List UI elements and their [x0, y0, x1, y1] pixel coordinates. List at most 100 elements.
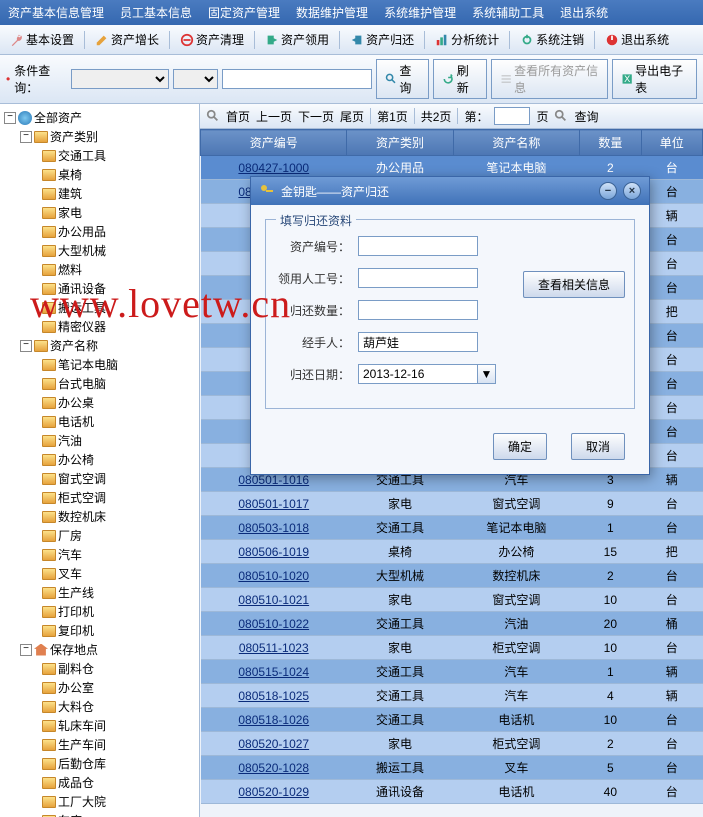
menu-item[interactable]: 员工基本信息	[120, 4, 192, 21]
tree-leaf[interactable]: 搬运工具	[4, 298, 195, 317]
column-header[interactable]: 数量	[580, 130, 641, 156]
asset-id-link[interactable]: 080520-1029	[238, 785, 309, 799]
asset-id-link[interactable]: 080520-1027	[238, 737, 309, 751]
collapse-icon[interactable]: −	[20, 131, 32, 143]
cancel-button[interactable]: 取消	[571, 433, 625, 460]
page-first[interactable]: 首页	[226, 108, 250, 125]
tree-location[interactable]: −保存地点	[4, 640, 195, 659]
tree-leaf[interactable]: 数控机床	[4, 507, 195, 526]
tree-leaf[interactable]: 柜式空调	[4, 488, 195, 507]
column-header[interactable]: 资产编号	[201, 130, 347, 156]
tree-leaf[interactable]: 燃料	[4, 260, 195, 279]
collapse-icon[interactable]: −	[20, 340, 32, 352]
collapse-icon[interactable]: −	[4, 112, 16, 124]
page-go[interactable]: 查询	[574, 108, 598, 125]
asset-id-link[interactable]: 080427-1000	[238, 161, 309, 175]
tree-leaf[interactable]: 大料仓	[4, 697, 195, 716]
tree-leaf[interactable]: 桌椅	[4, 165, 195, 184]
asset-return-button[interactable]: 资产归还	[346, 29, 418, 50]
menu-item[interactable]: 系统辅助工具	[472, 4, 544, 21]
asset-id-link[interactable]: 080506-1019	[238, 545, 309, 559]
asset-clear-button[interactable]: 资产清理	[176, 29, 248, 50]
tree-asset-name[interactable]: −资产名称	[4, 336, 195, 355]
tree-leaf[interactable]: 生产车间	[4, 735, 195, 754]
tree-leaf[interactable]: 副料仓	[4, 659, 195, 678]
search-button[interactable]: 查询	[376, 59, 429, 99]
menu-item[interactable]: 系统维护管理	[384, 4, 456, 21]
tree-leaf[interactable]: 工厂大院	[4, 792, 195, 811]
table-row[interactable]: 080520-1028搬运工具叉车5台	[201, 756, 703, 780]
collapse-icon[interactable]: −	[20, 644, 32, 656]
query-op-select[interactable]	[173, 69, 218, 89]
return-qty-input[interactable]	[358, 300, 478, 320]
tree-leaf[interactable]: 车库	[4, 811, 195, 817]
tree-leaf[interactable]: 生产线	[4, 583, 195, 602]
tree-leaf[interactable]: 大型机械	[4, 241, 195, 260]
asset-add-button[interactable]: 资产增长	[91, 29, 163, 50]
table-row[interactable]: 080518-1026交通工具电话机10台	[201, 708, 703, 732]
tree-leaf[interactable]: 汽油	[4, 431, 195, 450]
tree-leaf[interactable]: 笔记本电脑	[4, 355, 195, 374]
tree-leaf[interactable]: 办公用品	[4, 222, 195, 241]
tree-leaf[interactable]: 交通工具	[4, 146, 195, 165]
asset-id-link[interactable]: 080503-1018	[238, 521, 309, 535]
asset-id-link[interactable]: 080511-1023	[239, 641, 309, 655]
tree-category[interactable]: −资产类别	[4, 127, 195, 146]
minimize-button[interactable]: −	[599, 182, 617, 200]
menu-item[interactable]: 退出系统	[560, 4, 608, 21]
view-all-button[interactable]: 查看所有资产信息	[491, 59, 608, 99]
table-row[interactable]: 080501-1017家电窗式空调9台	[201, 492, 703, 516]
column-header[interactable]: 资产类别	[347, 130, 453, 156]
date-dropdown-button[interactable]: ▼	[478, 364, 496, 384]
tree-leaf[interactable]: 汽车	[4, 545, 195, 564]
export-button[interactable]: X导出电子表	[612, 59, 697, 99]
handler-input[interactable]	[358, 332, 478, 352]
tree-leaf[interactable]: 打印机	[4, 602, 195, 621]
table-row[interactable]: 080510-1022交通工具汽油20桶	[201, 612, 703, 636]
refresh-button[interactable]: 刷新	[433, 59, 486, 99]
table-row[interactable]: 080510-1021家电窗式空调10台	[201, 588, 703, 612]
tree-leaf[interactable]: 窗式空调	[4, 469, 195, 488]
close-button[interactable]: ×	[623, 182, 641, 200]
view-related-button[interactable]: 查看相关信息	[523, 271, 625, 298]
logoff-button[interactable]: 系统注销	[516, 29, 588, 50]
asset-id-link[interactable]: 080510-1022	[238, 617, 309, 631]
tree-leaf[interactable]: 办公椅	[4, 450, 195, 469]
tree-leaf[interactable]: 电话机	[4, 412, 195, 431]
tree-leaf[interactable]: 轧床车间	[4, 716, 195, 735]
return-date-input[interactable]	[358, 364, 478, 384]
tree-leaf[interactable]: 家电	[4, 203, 195, 222]
stats-button[interactable]: 分析统计	[431, 29, 503, 50]
asset-id-link[interactable]: 080510-1020	[238, 569, 309, 583]
asset-id-link[interactable]: 080515-1024	[238, 665, 309, 679]
asset-id-link[interactable]: 080501-1017	[238, 497, 309, 511]
table-row[interactable]: 080520-1027家电柜式空调2台	[201, 732, 703, 756]
asset-lend-button[interactable]: 资产领用	[261, 29, 333, 50]
tree-leaf[interactable]: 复印机	[4, 621, 195, 640]
asset-id-link[interactable]: 080518-1025	[238, 689, 309, 703]
column-header[interactable]: 资产名称	[453, 130, 580, 156]
table-row[interactable]: 080515-1024交通工具汽车1辆	[201, 660, 703, 684]
tree-leaf[interactable]: 办公室	[4, 678, 195, 697]
table-row[interactable]: 080518-1025交通工具汽车4辆	[201, 684, 703, 708]
asset-id-link[interactable]: 080510-1021	[238, 593, 309, 607]
emp-no-input[interactable]	[358, 268, 478, 288]
page-next[interactable]: 下一页	[298, 108, 334, 125]
asset-no-input[interactable]	[358, 236, 478, 256]
table-row[interactable]: 080511-1023家电柜式空调10台	[201, 636, 703, 660]
tree-leaf[interactable]: 通讯设备	[4, 279, 195, 298]
tree-leaf[interactable]: 精密仪器	[4, 317, 195, 336]
tree-leaf[interactable]: 成品仓	[4, 773, 195, 792]
exit-button[interactable]: 退出系统	[601, 29, 673, 50]
menu-item[interactable]: 固定资产管理	[208, 4, 280, 21]
dialog-title-bar[interactable]: 金钥匙——资产归还 − ×	[251, 177, 649, 205]
tree-leaf[interactable]: 台式电脑	[4, 374, 195, 393]
menu-item[interactable]: 数据维护管理	[296, 4, 368, 21]
tree-leaf[interactable]: 建筑	[4, 184, 195, 203]
table-row[interactable]: 080510-1020大型机械数控机床2台	[201, 564, 703, 588]
page-last[interactable]: 尾页	[340, 108, 364, 125]
tree-root[interactable]: −全部资产	[4, 108, 195, 127]
asset-id-link[interactable]: 080518-1026	[238, 713, 309, 727]
tree-leaf[interactable]: 后勤仓库	[4, 754, 195, 773]
page-input[interactable]	[494, 107, 530, 125]
